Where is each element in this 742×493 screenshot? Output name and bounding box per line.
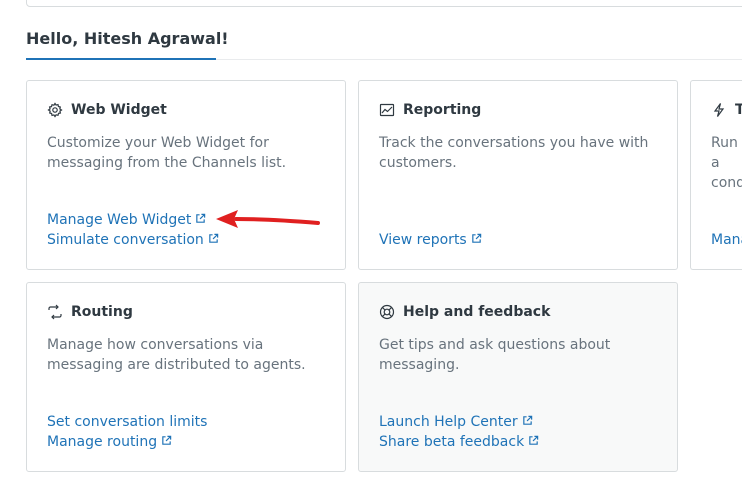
card-header: Web Widget <box>47 102 167 118</box>
card-links: Mana <box>711 230 742 250</box>
simulate-conversation-link[interactable]: Simulate conversation <box>47 230 219 250</box>
link-label: View reports <box>379 232 467 248</box>
lifebuoy-icon <box>379 304 395 320</box>
card-links: Set conversation limits Manage routing <box>47 412 207 452</box>
card-title: Reporting <box>403 102 482 118</box>
card-links: View reports <box>379 230 482 250</box>
card-links: Launch Help Center Share beta feedback <box>379 412 539 452</box>
link-label: Launch Help Center <box>379 414 518 430</box>
link-label: Share beta feedback <box>379 434 525 450</box>
routing-icon <box>47 304 63 320</box>
annotation-arrow-icon <box>216 210 320 228</box>
card-title: Routing <box>71 304 133 320</box>
gear-icon <box>47 102 63 118</box>
card-header: Help and feedback <box>379 304 550 320</box>
view-reports-link[interactable]: View reports <box>379 230 482 250</box>
card-description: Run a cond <box>711 133 742 193</box>
card-header: Reporting <box>379 102 481 118</box>
card-help-and-feedback: Help and feedback Get tips and ask quest… <box>358 282 678 472</box>
card-triggers-partial: T Run a cond Mana <box>690 80 742 270</box>
manage-web-widget-link[interactable]: Manage Web Widget <box>47 210 219 230</box>
card-description: Customize your Web Widget for messaging … <box>47 135 287 171</box>
page-greeting: Hello, Hitesh Agrawal! <box>26 29 229 48</box>
description-line: cond <box>711 175 742 191</box>
card-description: Track the conversations you have with cu… <box>379 135 649 171</box>
card-description: Manage how conversations via messaging a… <box>47 337 306 373</box>
card-title: T <box>735 102 742 118</box>
share-beta-feedback-link[interactable]: Share beta feedback <box>379 432 539 452</box>
external-link-icon <box>161 432 172 452</box>
card-header: Routing <box>47 304 133 320</box>
card-title: Help and feedback <box>403 304 551 320</box>
external-link-icon <box>522 412 533 432</box>
link-label: Simulate conversation <box>47 232 204 248</box>
link-label: Manage Web Widget <box>47 212 192 228</box>
card-links: Manage Web Widget Simulate conversation <box>47 210 219 250</box>
link-label: Mana <box>711 232 742 248</box>
header-underline <box>26 58 216 60</box>
card-web-widget: Web Widget Customize your Web Widget for… <box>26 80 346 270</box>
link-label: Set conversation limits <box>47 414 208 430</box>
external-link-icon <box>528 432 539 452</box>
card-title: Web Widget <box>71 102 167 118</box>
card-routing: Routing Manage how conversations via mes… <box>26 282 346 472</box>
external-link-icon <box>195 210 206 230</box>
description-line: Run a <box>711 135 738 171</box>
external-link-icon <box>471 230 482 250</box>
launch-help-center-link[interactable]: Launch Help Center <box>379 412 539 432</box>
lightning-icon <box>711 102 727 118</box>
manage-routing-link[interactable]: Manage routing <box>47 432 207 452</box>
previous-panel-edge <box>26 0 742 7</box>
chart-icon <box>379 102 395 118</box>
manage-link-partial[interactable]: Mana <box>711 230 742 250</box>
card-description: Get tips and ask questions about messagi… <box>379 337 611 373</box>
card-reporting: Reporting Track the conversations you ha… <box>358 80 678 270</box>
link-label: Manage routing <box>47 434 158 450</box>
set-conversation-limits-link[interactable]: Set conversation limits <box>47 412 207 432</box>
card-header: T <box>711 102 742 118</box>
